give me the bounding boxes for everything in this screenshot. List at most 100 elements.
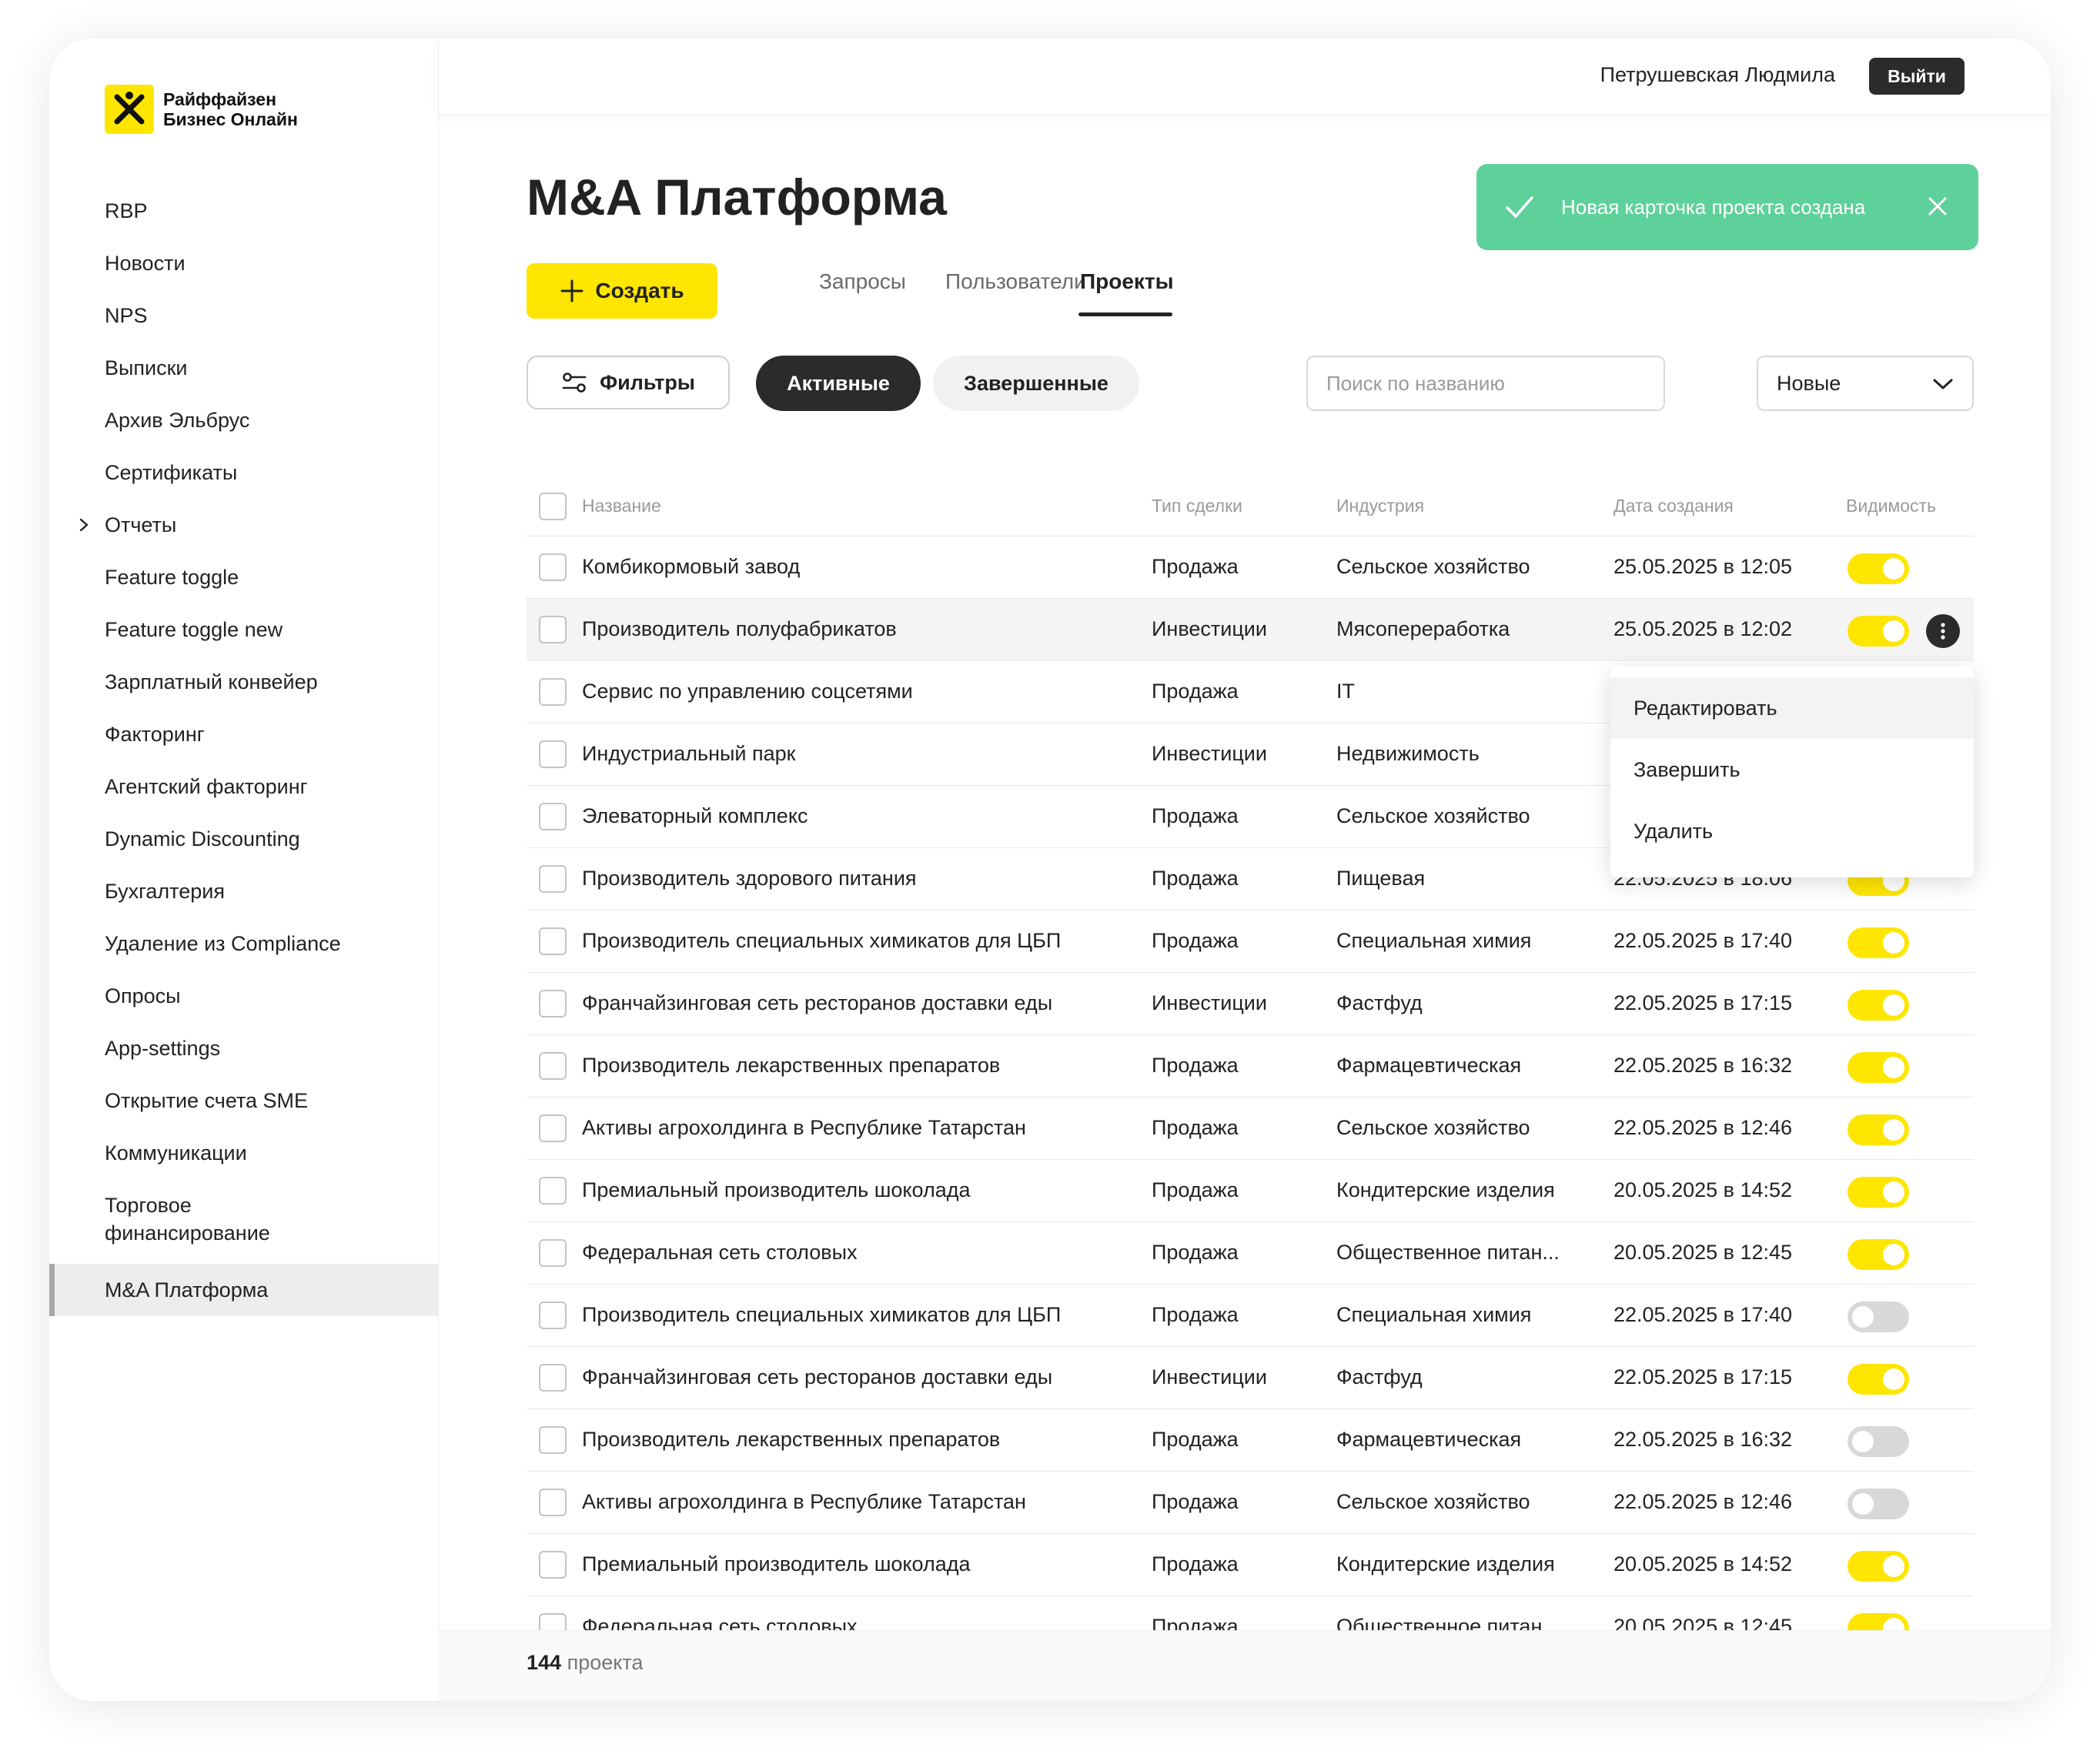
menu-item-edit[interactable]: Редактировать bbox=[1610, 677, 1974, 739]
visibility-toggle[interactable] bbox=[1848, 1364, 1909, 1395]
row-checkbox[interactable] bbox=[539, 803, 567, 830]
table-row[interactable]: Премиальный производитель шоколада Продаж… bbox=[527, 1534, 1974, 1596]
sidebar-item[interactable]: Опросы bbox=[49, 970, 438, 1022]
tab-users[interactable]: Пользователи bbox=[945, 269, 1086, 294]
menu-item-delete[interactable]: Удалить bbox=[1610, 800, 1974, 862]
cell-name[interactable]: Производитель специальных химикатов для … bbox=[582, 929, 1061, 953]
row-checkbox[interactable] bbox=[539, 865, 567, 893]
cell-name[interactable]: Федеральная сеть столовых bbox=[582, 1615, 858, 1630]
visibility-toggle[interactable] bbox=[1848, 1239, 1909, 1270]
sort-select[interactable]: Новые bbox=[1757, 356, 1974, 411]
table-row[interactable]: Активы агрохолдинга в Республике Татарст… bbox=[527, 1098, 1974, 1160]
table-row[interactable]: Производитель полуфабрикатов Инвестиции Мя… bbox=[527, 599, 1974, 661]
row-checkbox[interactable] bbox=[539, 1426, 567, 1454]
visibility-toggle[interactable] bbox=[1848, 1052, 1909, 1083]
chevron-right-icon[interactable] bbox=[77, 517, 91, 533]
cell-name[interactable]: Производитель полуфабрикатов bbox=[582, 617, 897, 641]
cell-name[interactable]: Производитель специальных химикатов для … bbox=[582, 1303, 1061, 1327]
sidebar-item[interactable]: Отчеты bbox=[49, 499, 438, 551]
segment-completed[interactable]: Завершенные bbox=[933, 356, 1139, 411]
sidebar-item[interactable]: Коммуникации bbox=[49, 1127, 438, 1179]
cell-name[interactable]: Индустриальный парк bbox=[582, 742, 795, 766]
table-row[interactable]: Премиальный производитель шоколада Продаж… bbox=[527, 1160, 1974, 1222]
sidebar-item[interactable]: Открытие счета SME bbox=[49, 1074, 438, 1127]
cell-name[interactable]: Премиальный производитель шоколада bbox=[582, 1178, 971, 1202]
sidebar-item[interactable]: Dynamic Discounting bbox=[49, 813, 438, 865]
row-checkbox[interactable] bbox=[539, 678, 567, 706]
visibility-toggle[interactable] bbox=[1848, 1489, 1909, 1519]
row-checkbox[interactable] bbox=[539, 553, 567, 581]
row-checkbox[interactable] bbox=[539, 1177, 567, 1205]
cell-name[interactable]: Активы агрохолдинга в Республике Татарст… bbox=[582, 1116, 1026, 1140]
row-checkbox[interactable] bbox=[539, 616, 567, 643]
sidebar-item[interactable]: Агентский факторинг bbox=[49, 760, 438, 813]
visibility-toggle[interactable] bbox=[1848, 616, 1909, 647]
visibility-toggle[interactable] bbox=[1848, 1613, 1909, 1630]
close-icon[interactable] bbox=[1926, 195, 1949, 218]
cell-name[interactable]: Франчайзинговая сеть ресторанов доставки… bbox=[582, 1365, 1052, 1389]
row-checkbox[interactable] bbox=[539, 1551, 567, 1579]
table-row[interactable]: Франчайзинговая сеть ресторанов доставки… bbox=[527, 973, 1974, 1035]
table-row[interactable]: Производитель лекарственных препаратов Пр… bbox=[527, 1409, 1974, 1472]
table-row[interactable]: Активы агрохолдинга в Республике Татарст… bbox=[527, 1472, 1974, 1534]
visibility-toggle[interactable] bbox=[1848, 990, 1909, 1021]
sidebar-item[interactable]: Зарплатный конвейер bbox=[49, 656, 438, 708]
sidebar-item[interactable]: Архив Эльбрус bbox=[49, 394, 438, 446]
sidebar-item[interactable]: Удаление из Compliance bbox=[49, 917, 438, 970]
sidebar-item[interactable]: Бухгалтерия bbox=[49, 865, 438, 917]
segment-active[interactable]: Активные bbox=[756, 356, 921, 411]
column-header-industry[interactable]: Индустрия bbox=[1336, 496, 1424, 516]
row-checkbox[interactable] bbox=[539, 1052, 567, 1080]
visibility-toggle[interactable] bbox=[1848, 1426, 1909, 1457]
row-checkbox[interactable] bbox=[539, 1302, 567, 1329]
table-row[interactable]: Федеральная сеть столовых Продажа Обществе… bbox=[527, 1222, 1974, 1285]
cell-name[interactable]: Комбикормовый завод bbox=[582, 555, 800, 579]
row-checkbox[interactable] bbox=[539, 740, 567, 768]
table-row[interactable]: Производитель специальных химикатов для … bbox=[527, 911, 1974, 973]
row-checkbox[interactable] bbox=[539, 927, 567, 955]
row-checkbox[interactable] bbox=[539, 1114, 567, 1142]
column-header-name[interactable]: Название bbox=[582, 496, 661, 516]
sidebar-item[interactable]: RBP bbox=[49, 185, 438, 237]
cell-name[interactable]: Премиальный производитель шоколада bbox=[582, 1552, 971, 1576]
row-checkbox[interactable] bbox=[539, 1613, 567, 1630]
sidebar-item[interactable]: Факторинг bbox=[49, 708, 438, 760]
row-more-button[interactable] bbox=[1926, 614, 1960, 648]
sidebar-item[interactable]: M&A Платформа bbox=[49, 1264, 438, 1316]
filters-button[interactable]: Фильтры bbox=[527, 356, 730, 409]
sidebar-item[interactable]: App-settings bbox=[49, 1022, 438, 1074]
cell-name[interactable]: Федеральная сеть столовых bbox=[582, 1241, 858, 1265]
visibility-toggle[interactable] bbox=[1848, 1114, 1909, 1145]
column-header-created-date[interactable]: Дата создания bbox=[1613, 496, 1734, 516]
sidebar-item[interactable]: NPS bbox=[49, 289, 438, 342]
table-row[interactable]: Производитель специальных химикатов для … bbox=[527, 1285, 1974, 1347]
search-input[interactable]: Поиск по названию bbox=[1306, 356, 1665, 411]
cell-name[interactable]: Производитель здорового питания bbox=[582, 867, 917, 891]
column-header-deal-type[interactable]: Тип сделки bbox=[1152, 496, 1242, 516]
select-all-checkbox[interactable] bbox=[539, 493, 567, 520]
visibility-toggle[interactable] bbox=[1848, 927, 1909, 958]
logout-button[interactable]: Выйти bbox=[1869, 58, 1965, 95]
tab-requests[interactable]: Запросы bbox=[819, 269, 906, 294]
visibility-toggle[interactable] bbox=[1848, 1302, 1909, 1332]
sidebar-item[interactable]: Новости bbox=[49, 237, 438, 289]
cell-name[interactable]: Элеваторный комплекс bbox=[582, 804, 808, 828]
create-button[interactable]: Создать bbox=[527, 263, 717, 319]
visibility-toggle[interactable] bbox=[1848, 1551, 1909, 1582]
table-row[interactable]: Производитель лекарственных препаратов Пр… bbox=[527, 1035, 1974, 1098]
sidebar-item[interactable]: Выписки bbox=[49, 342, 438, 394]
brand-logo[interactable]: Райффайзен Бизнес Онлайн bbox=[105, 85, 298, 134]
row-checkbox[interactable] bbox=[539, 990, 567, 1018]
cell-name[interactable]: Сервис по управлению соцсетями bbox=[582, 680, 913, 703]
tab-projects[interactable]: Проекты bbox=[1080, 269, 1174, 294]
menu-item-complete[interactable]: Завершить bbox=[1610, 739, 1974, 800]
cell-name[interactable]: Активы агрохолдинга в Республике Татарст… bbox=[582, 1490, 1026, 1514]
cell-name[interactable]: Производитель лекарственных препаратов bbox=[582, 1428, 1000, 1452]
table-row[interactable]: Федеральная сеть столовых Продажа Обществе… bbox=[527, 1596, 1974, 1630]
visibility-toggle[interactable] bbox=[1848, 1177, 1909, 1208]
sidebar-item[interactable]: Feature toggle bbox=[49, 551, 438, 603]
visibility-toggle[interactable] bbox=[1848, 553, 1909, 584]
cell-name[interactable]: Франчайзинговая сеть ресторанов доставки… bbox=[582, 991, 1052, 1015]
table-row[interactable]: Франчайзинговая сеть ресторанов доставки… bbox=[527, 1347, 1974, 1409]
table-row[interactable]: Комбикормовый завод Продажа Сельское хозяй… bbox=[527, 536, 1974, 599]
